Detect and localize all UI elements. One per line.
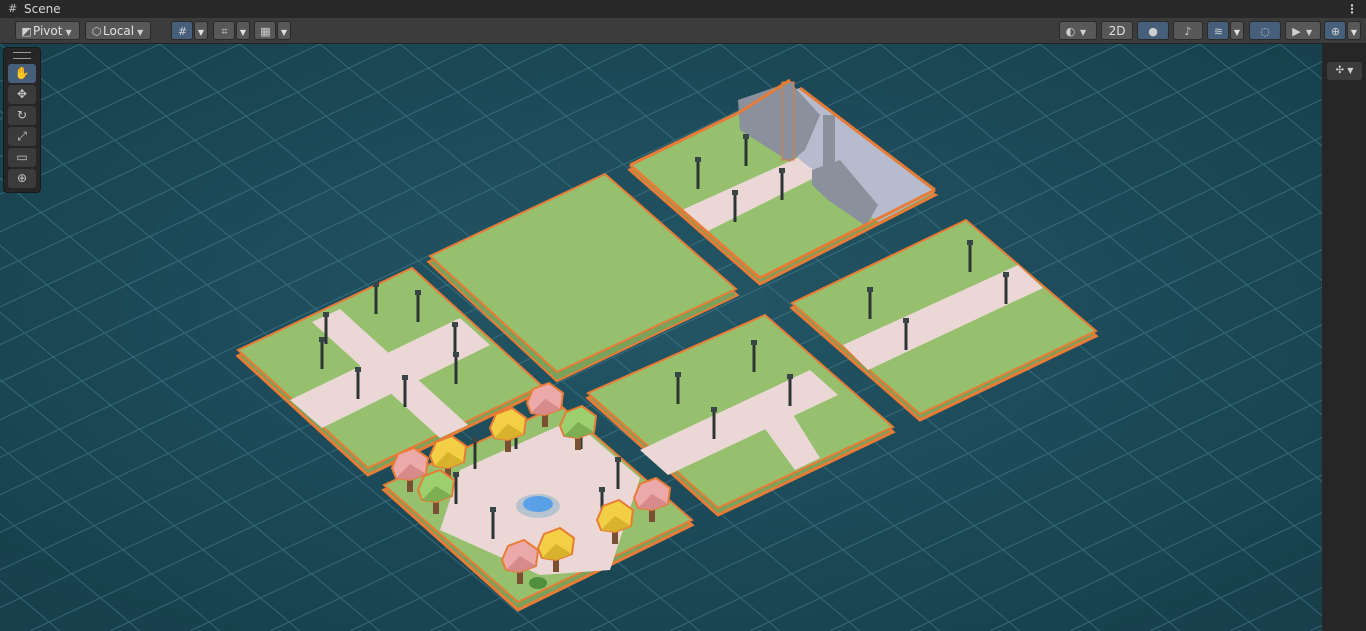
effects-toggle[interactable]: ≋ xyxy=(1207,21,1229,40)
fountain-water xyxy=(523,496,553,512)
chevron-down-icon: ▼ xyxy=(1347,66,1354,75)
orientation-gizmo-icon: ✣ xyxy=(1335,65,1345,76)
increment-snap-dropdown[interactable]: ▼ xyxy=(236,21,250,40)
effects-icon: ≋ xyxy=(1213,25,1224,38)
grid-visibility-icon: ▦ xyxy=(260,25,271,38)
chevron-down-icon: ▼ xyxy=(1350,28,1358,37)
grid-visibility-toggle[interactable]: ▦ xyxy=(254,21,276,40)
local-dropdown[interactable]: ⬡ Local ▼ xyxy=(85,21,151,40)
transform-icon: ⊕ xyxy=(16,171,28,185)
move-tool[interactable]: ✥ xyxy=(8,85,36,104)
grid-icon: # xyxy=(8,2,18,15)
view-tool[interactable]: ✋ xyxy=(8,64,36,83)
grid-visibility-dropdown[interactable]: ▼ xyxy=(277,21,291,40)
palette-grip[interactable] xyxy=(13,52,31,59)
overlay-strip: ✣ ▼ xyxy=(1322,44,1366,631)
increment-snap-toggle[interactable]: ⌗ xyxy=(213,21,235,40)
local-label: Local xyxy=(103,24,135,38)
camera-icon: ▶ xyxy=(1292,25,1301,38)
chevron-down-icon: ▼ xyxy=(1306,28,1313,37)
chevron-down-icon: ▼ xyxy=(239,28,247,37)
shading-mode-icon: ◐ xyxy=(1065,25,1076,38)
chevron-down-icon: ▼ xyxy=(1080,28,1087,37)
grid-snap-icon: # xyxy=(177,25,188,38)
rect-icon: ▭ xyxy=(16,150,28,164)
gizmos-toggle[interactable]: ⊕ xyxy=(1324,21,1346,40)
lighting-toggle[interactable]: ● xyxy=(1137,21,1169,40)
2d-toggle[interactable]: 2D xyxy=(1101,21,1133,40)
hidden-eye-icon: ◌ xyxy=(1260,25,1270,38)
factory-chimney xyxy=(781,81,795,161)
viewport-background xyxy=(0,44,1322,631)
chevron-down-icon: ▼ xyxy=(1233,28,1241,37)
scene-tab-label[interactable]: Scene xyxy=(24,0,61,18)
chevron-down-icon: ▼ xyxy=(65,28,72,37)
pivot-label: Pivot xyxy=(33,24,63,38)
hand-icon: ✋ xyxy=(14,66,30,80)
scale-icon: ⤢ xyxy=(17,129,27,143)
rect-tool[interactable]: ▭ xyxy=(8,148,36,167)
grid-snap-toggle[interactable]: # xyxy=(171,21,193,40)
bush xyxy=(529,577,547,589)
mute-icon: ♪ xyxy=(1184,25,1192,38)
scene-render[interactable] xyxy=(0,44,1322,631)
orientation-overlay-button[interactable]: ✣ ▼ xyxy=(1327,62,1362,80)
scale-tool[interactable]: ⤢ xyxy=(8,127,36,146)
lightbulb-icon: ● xyxy=(1148,25,1158,38)
scene-tab-bar: # Scene ⋮ xyxy=(0,0,1366,18)
scene-toolbar: ◩Pivot ▼ ⬡ Local ▼ # ▼ ⌗ ▼ ▦ ▼ ◐ ▼ 2D ● ♪ ≋ … xyxy=(0,18,1366,44)
effects-dropdown[interactable]: ▼ xyxy=(1230,21,1244,40)
chevron-down-icon: ▼ xyxy=(280,28,288,37)
gizmo-icon: ⊕ xyxy=(1330,25,1341,38)
pivot-dropdown[interactable]: ◩Pivot ▼ xyxy=(15,21,80,40)
scene-visibility-toggle[interactable]: ◌ xyxy=(1249,21,1281,40)
kebab-menu-icon[interactable]: ⋮ xyxy=(1346,0,1358,18)
move-icon: ✥ xyxy=(16,87,28,101)
scene-viewport[interactable] xyxy=(0,44,1322,631)
chevron-down-icon: ▼ xyxy=(197,28,205,37)
rotate-tool[interactable]: ↻ xyxy=(8,106,36,125)
pivot-icon: ◩ xyxy=(21,25,32,38)
audio-toggle[interactable]: ♪ xyxy=(1173,21,1203,40)
cube-icon: ⬡ xyxy=(91,25,102,38)
snap-icon: ⌗ xyxy=(221,25,228,38)
tool-palette: ✋ ✥ ↻ ⤢ ▭ ⊕ xyxy=(3,47,41,193)
rotate-icon: ↻ xyxy=(16,108,28,122)
grid-snap-dropdown[interactable]: ▼ xyxy=(194,21,208,40)
gizmos-dropdown[interactable]: ▼ xyxy=(1347,21,1361,40)
camera-dropdown[interactable]: ▶ ▼ xyxy=(1285,21,1321,40)
2d-label: 2D xyxy=(1108,24,1126,38)
draw-mode-dropdown[interactable]: ◐ ▼ xyxy=(1059,21,1097,40)
chevron-down-icon: ▼ xyxy=(137,28,144,37)
transform-tool[interactable]: ⊕ xyxy=(8,169,36,188)
